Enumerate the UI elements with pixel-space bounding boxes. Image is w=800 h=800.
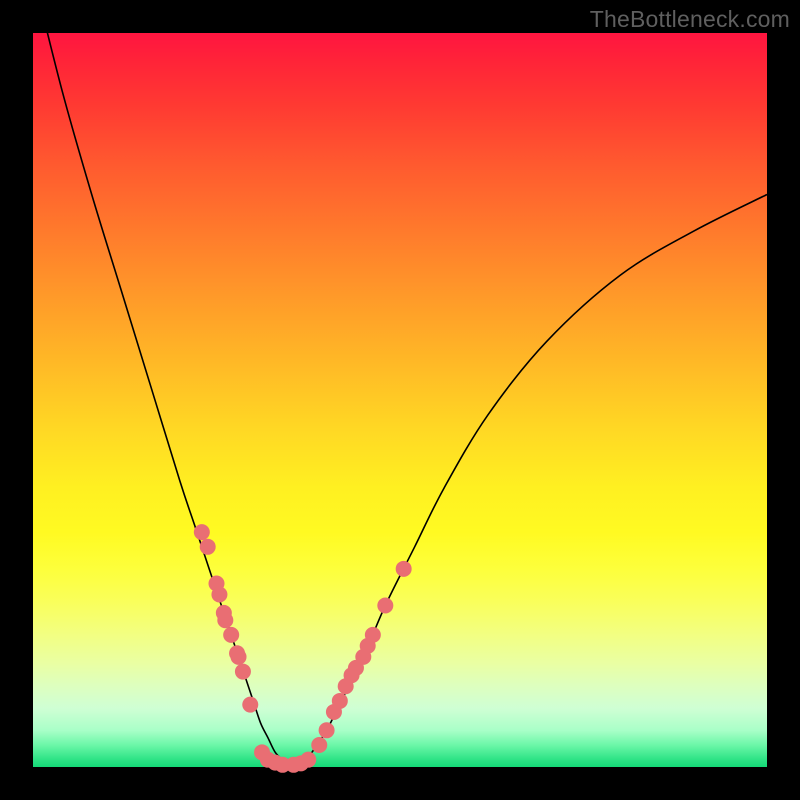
data-marker: [217, 612, 233, 628]
plot-area: [33, 33, 767, 767]
data-marker: [300, 752, 316, 768]
marker-group: [194, 524, 412, 773]
data-marker: [235, 664, 251, 680]
data-marker: [200, 539, 216, 555]
data-marker: [365, 627, 381, 643]
data-marker: [223, 627, 239, 643]
data-marker: [377, 598, 393, 614]
data-marker: [231, 649, 247, 665]
data-marker: [194, 524, 210, 540]
data-marker: [242, 697, 258, 713]
data-marker: [332, 693, 348, 709]
chart-svg: [33, 33, 767, 767]
chart-frame: TheBottleneck.com: [0, 0, 800, 800]
bottleneck-curve: [33, 0, 767, 765]
attribution-watermark: TheBottleneck.com: [590, 6, 790, 33]
data-marker: [211, 587, 227, 603]
data-marker: [319, 722, 335, 738]
data-marker: [396, 561, 412, 577]
data-marker: [311, 737, 327, 753]
